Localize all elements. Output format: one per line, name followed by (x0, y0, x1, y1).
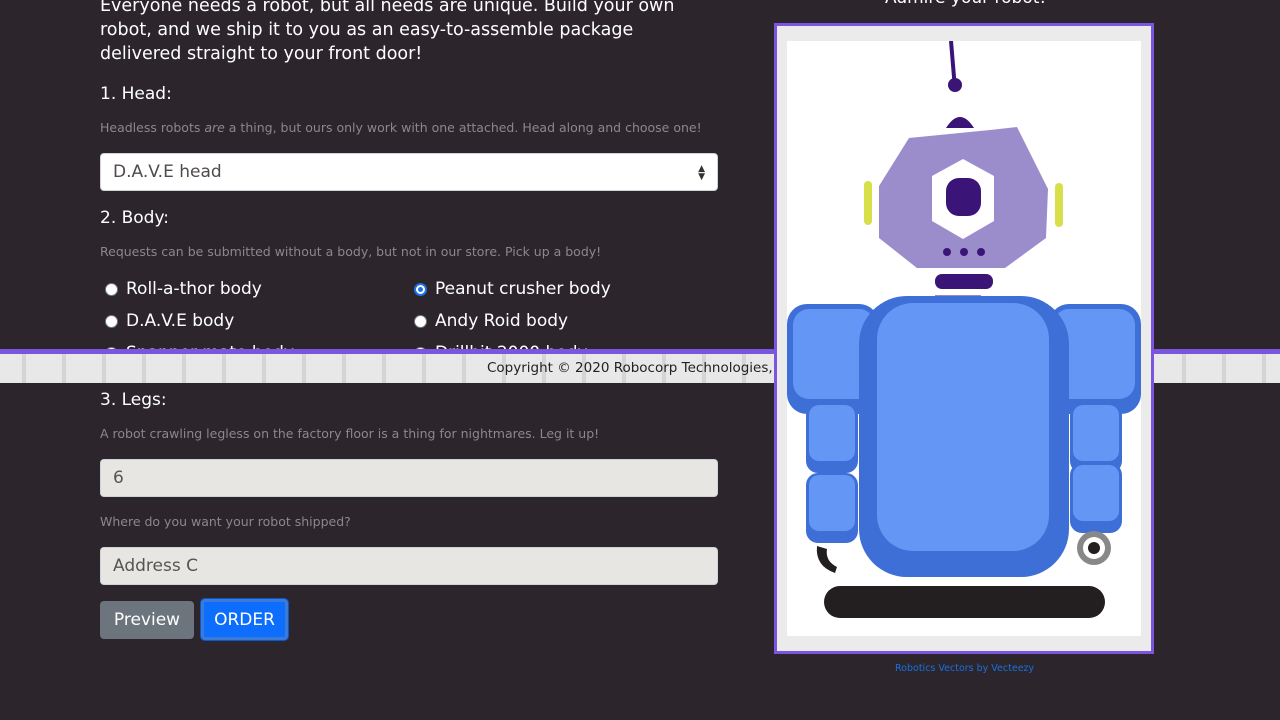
preview-title: Admire your robot! (885, 0, 1046, 8)
body-help: Requests can be submitted without a body… (100, 244, 602, 259)
legs-input-value: 6 (113, 468, 124, 488)
body-label: 2. Body: (100, 208, 170, 228)
robot-body (859, 296, 1069, 577)
robot-image (787, 40, 1141, 618)
radio-icon[interactable] (105, 282, 118, 296)
address-input-value: Address C (113, 556, 198, 576)
body-option-roll-a-thor[interactable]: Roll-a-thor body (105, 279, 262, 299)
head-select-value: D.A.V.E head (113, 162, 222, 182)
robot-preview-canvas (787, 40, 1141, 636)
robot-preview (774, 23, 1154, 654)
robot-head (864, 127, 1063, 297)
legs-help: A robot crawling legless on the factory … (100, 426, 600, 441)
address-help: Where do you want your robot shipped? (100, 514, 351, 529)
legs-input[interactable]: 6 (100, 459, 718, 497)
body-option-dave[interactable]: D.A.V.E body (105, 311, 234, 331)
robot-base (824, 586, 1105, 618)
radio-icon[interactable] (414, 314, 427, 328)
intro-text: Everyone needs a robot, but all needs ar… (100, 0, 675, 64)
vecteezy-credit-link[interactable]: Robotics Vectors by Vecteezy (895, 663, 1034, 674)
copyright-text: Copyright © 2020 Robocorp Technologies, … (487, 360, 781, 376)
legs-label: 3. Legs: (100, 390, 167, 410)
preview-button[interactable]: Preview (100, 601, 194, 639)
select-caret-icon: ▲ ▼ (698, 164, 705, 182)
head-help: Headless robots are a thing, but ours on… (100, 120, 702, 135)
robot-antenna (946, 40, 974, 128)
body-option-andy-roid[interactable]: Andy Roid body (414, 311, 568, 331)
body-option-peanut-crusher[interactable]: Peanut crusher body (414, 279, 611, 299)
address-input[interactable]: Address C (100, 547, 718, 585)
head-select[interactable]: D.A.V.E head ▲ ▼ (100, 153, 718, 191)
radio-icon[interactable] (105, 314, 118, 328)
order-button[interactable]: ORDER (201, 599, 288, 640)
head-label: 1. Head: (100, 84, 172, 104)
radio-checked-icon[interactable] (414, 282, 427, 296)
